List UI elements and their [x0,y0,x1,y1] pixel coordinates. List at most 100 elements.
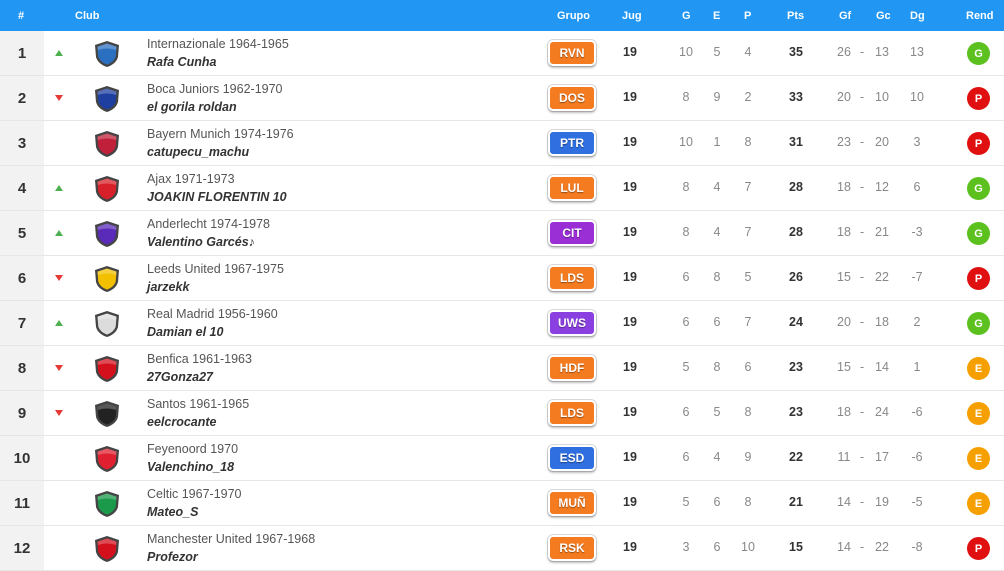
club-crest-icon [95,41,119,67]
goals-separator: - [860,495,865,509]
table-row[interactable]: 1 Internazionale 1964-1965 Rafa Cunha RV… [0,31,1004,76]
group-badge[interactable]: RSK [548,535,596,561]
played-cell: 19 [623,45,637,59]
header-gc[interactable]: Gc [876,10,891,22]
club-name[interactable]: Real Madrid 1956-1960 [147,307,278,321]
table-row[interactable]: 6 Leeds United 1967-1975 jarzekk LDS 19 … [0,256,1004,301]
table-row[interactable]: 2 Boca Juniors 1962-1970 el gorila rolda… [0,76,1004,121]
header-group[interactable]: Grupo [557,10,590,22]
header-lost[interactable]: P [744,10,751,22]
header-points[interactable]: Pts [787,10,804,22]
won-cell: 5 [682,360,690,374]
club-name[interactable]: Feyenoord 1970 [147,442,238,456]
club-name[interactable]: Leeds United 1967-1975 [147,262,284,276]
club-name[interactable]: Celtic 1967-1970 [147,487,242,501]
manager-name[interactable]: JOAKIN FLORENTIN 10 [147,190,287,204]
table-row[interactable]: 3 Bayern Munich 1974-1976 catupecu_machu… [0,121,1004,166]
manager-name[interactable]: eelcrocante [147,415,216,429]
manager-name[interactable]: 27Gonza27 [147,370,213,384]
club-name[interactable]: Bayern Munich 1974-1976 [147,127,294,141]
position-cell: 7 [0,301,44,345]
table-row[interactable]: 10 Feyenoord 1970 Valenchino_18 ESD 19 6… [0,436,1004,481]
manager-name[interactable]: Profezor [147,550,198,564]
group-badge[interactable]: CIT [548,220,596,246]
club-name[interactable]: Internazionale 1964-1965 [147,37,289,51]
group-badge[interactable]: UWS [548,310,596,336]
header-drawn[interactable]: E [713,10,720,22]
group-badge[interactable]: LDS [548,265,596,291]
table-row[interactable]: 9 Santos 1961-1965 eelcrocante LDS 19 6 … [0,391,1004,436]
points-cell: 23 [789,405,803,419]
club-crest-icon [95,176,119,202]
table-row[interactable]: 11 Celtic 1967-1970 Mateo_S MUÑ 19 5 6 8… [0,481,1004,526]
table-row[interactable]: 4 Ajax 1971-1973 JOAKIN FLORENTIN 10 LUL… [0,166,1004,211]
club-crest-icon [95,266,119,292]
manager-name[interactable]: Rafa Cunha [147,55,216,69]
position-cell: 8 [0,346,44,390]
club-name[interactable]: Manchester United 1967-1968 [147,532,315,546]
goals-separator: - [860,135,865,149]
group-badge[interactable]: DOS [548,85,596,111]
arrow-up-icon [55,320,63,326]
manager-name[interactable]: Damian el 10 [147,325,223,339]
header-form[interactable]: Rend [966,10,994,22]
goals-against-cell: 12 [875,180,889,194]
played-cell: 19 [623,225,637,239]
points-cell: 26 [789,270,803,284]
club-crest-icon [95,131,119,157]
header-club[interactable]: Club [75,10,99,22]
table-row[interactable]: 5 Anderlecht 1974-1978 Valentino Garcés♪… [0,211,1004,256]
club-crest-icon [95,446,119,472]
group-badge[interactable]: PTR [548,130,596,156]
lost-cell: 7 [744,315,752,329]
group-badge[interactable]: RVN [548,40,596,66]
table-body: 1 Internazionale 1964-1965 Rafa Cunha RV… [0,31,1004,571]
table-row[interactable]: 8 Benfica 1961-1963 27Gonza27 HDF 19 5 8… [0,346,1004,391]
club-name[interactable]: Anderlecht 1974-1978 [147,217,270,231]
form-badge: G [967,177,990,200]
won-cell: 6 [682,450,690,464]
header-pos: # [18,10,25,22]
manager-name[interactable]: jarzekk [147,280,189,294]
club-name[interactable]: Ajax 1971-1973 [147,172,235,186]
form-badge: P [967,87,990,110]
manager-name[interactable]: Mateo_S [147,505,198,519]
table-row[interactable]: 7 Real Madrid 1956-1960 Damian el 10 UWS… [0,301,1004,346]
manager-name[interactable]: Valentino Garcés♪ [147,235,255,249]
group-badge[interactable]: HDF [548,355,596,381]
drawn-cell: 5 [713,405,721,419]
goals-for-cell: 20 [837,90,851,104]
group-badge[interactable]: ESD [548,445,596,471]
points-cell: 22 [789,450,803,464]
goals-separator: - [860,225,865,239]
goals-against-cell: 21 [875,225,889,239]
manager-name[interactable]: el gorila roldan [147,100,237,114]
header-gf[interactable]: Gf [839,10,851,22]
manager-name[interactable]: catupecu_machu [147,145,249,159]
club-name[interactable]: Santos 1961-1965 [147,397,249,411]
goals-against-cell: 14 [875,360,889,374]
group-badge[interactable]: LDS [548,400,596,426]
position-cell: 9 [0,391,44,435]
lost-cell: 5 [744,270,752,284]
won-cell: 6 [682,315,690,329]
played-cell: 19 [623,450,637,464]
points-cell: 31 [789,135,803,149]
form-badge: G [967,42,990,65]
form-badge: E [967,402,990,425]
group-badge[interactable]: MUÑ [548,490,596,516]
club-name[interactable]: Boca Juniors 1962-1970 [147,82,283,96]
goals-against-cell: 13 [875,45,889,59]
goals-for-cell: 18 [837,180,851,194]
position-cell: 11 [0,481,44,525]
manager-name[interactable]: Valenchino_18 [147,460,234,474]
points-cell: 23 [789,360,803,374]
goal-diff-cell: 10 [910,90,924,104]
group-badge[interactable]: LUL [548,175,596,201]
header-played[interactable]: Jug [622,10,642,22]
won-cell: 8 [682,180,690,194]
table-row[interactable]: 12 Manchester United 1967-1968 Profezor … [0,526,1004,571]
club-name[interactable]: Benfica 1961-1963 [147,352,252,366]
header-gd[interactable]: Dg [910,10,925,22]
header-won[interactable]: G [682,10,691,22]
